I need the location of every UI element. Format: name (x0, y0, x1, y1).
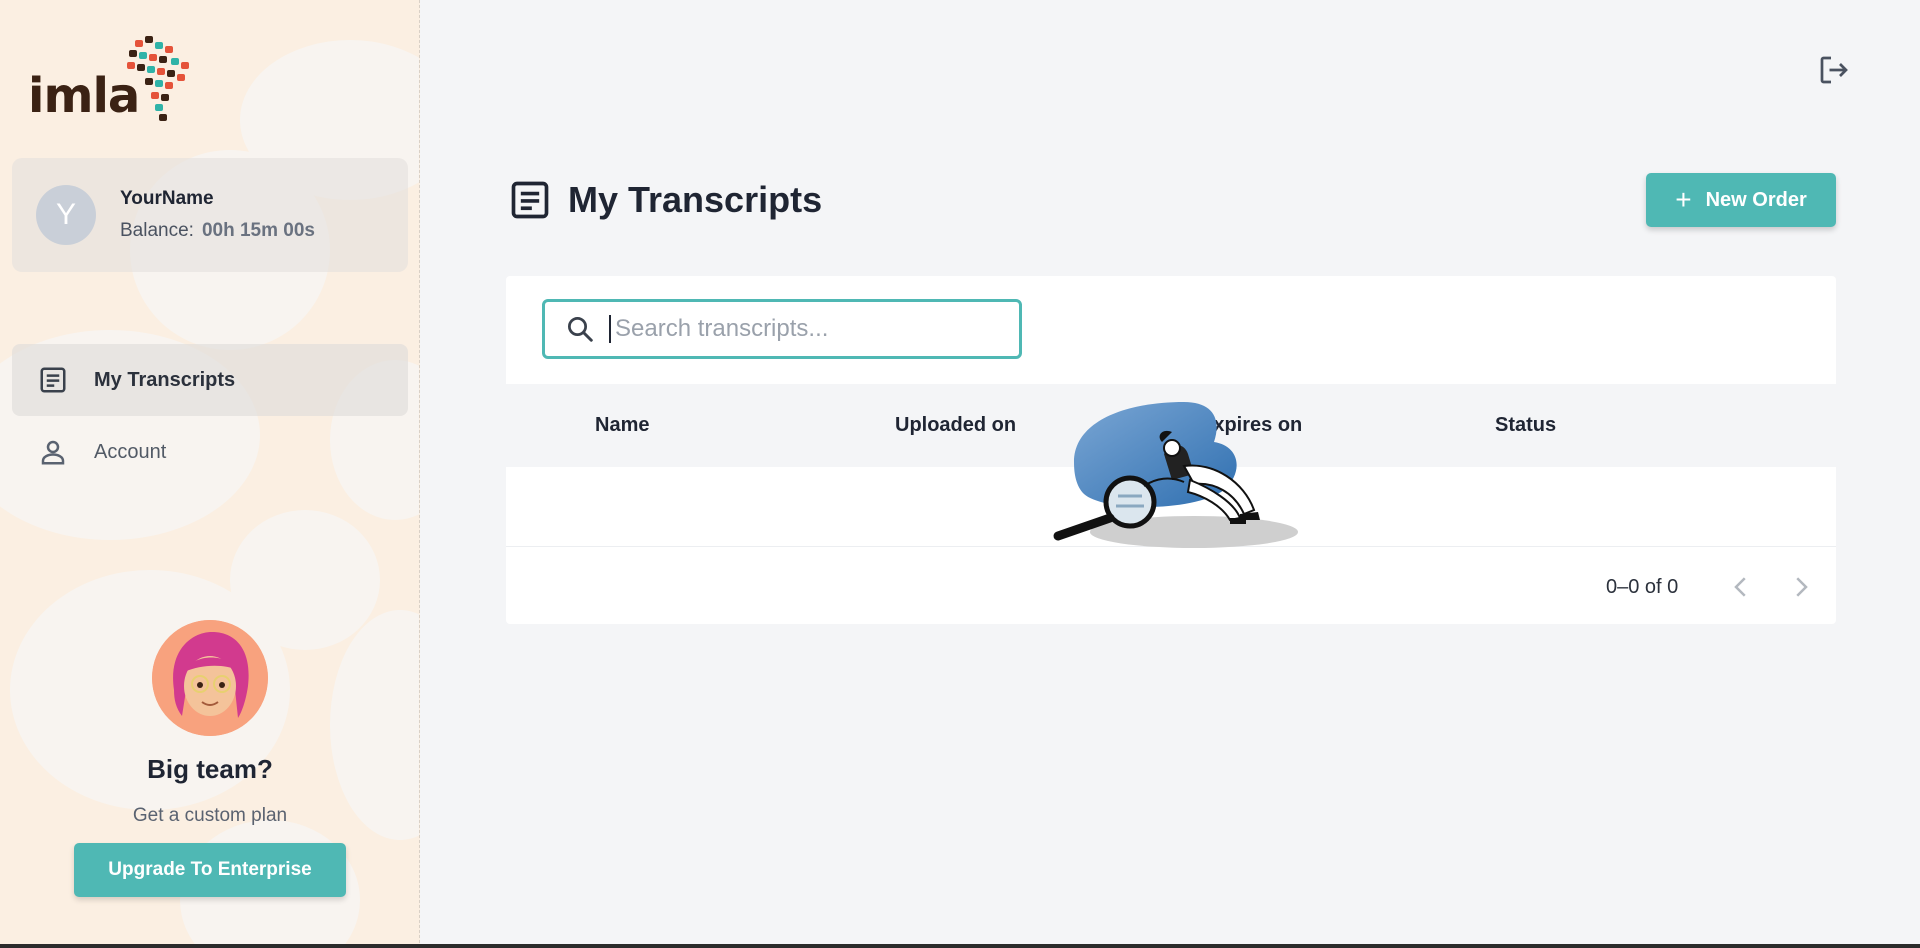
balance: Balance: 00h 15m 00s (120, 220, 315, 242)
sidebar-item-my-transcripts[interactable]: My Transcripts (12, 344, 408, 416)
character-face-icon (152, 620, 268, 736)
search-icon (568, 317, 593, 342)
sidebar-item-label: My Transcripts (94, 368, 236, 391)
avatar[interactable]: Y (36, 185, 96, 245)
promo-avatar (152, 620, 268, 736)
balance-label: Balance: (120, 220, 194, 241)
pagination-range: 0–0 of 0 (1606, 576, 1679, 598)
page-header: My Transcripts (508, 178, 822, 222)
window-bottom-edge (0, 944, 1920, 948)
new-order-button[interactable]: + New Order (1646, 173, 1836, 227)
previous-page-button[interactable] (1726, 572, 1756, 602)
new-order-label: New Order (1705, 188, 1807, 211)
balance-value: 00h 15m 00s (201, 220, 315, 241)
search-input[interactable] (609, 315, 989, 343)
document-icon (40, 367, 66, 393)
logo-mark-icon (127, 36, 190, 121)
logout-icon (1820, 56, 1848, 84)
column-header-uploaded[interactable]: Uploaded on (895, 414, 1016, 437)
logout-button[interactable] (1816, 52, 1852, 88)
transcripts-panel: Name Uploaded on Expires on Status 0–0 o… (506, 276, 1836, 624)
upgrade-enterprise-button[interactable]: Upgrade To Enterprise (74, 843, 346, 897)
column-header-name[interactable]: Name (595, 414, 649, 437)
person-icon (41, 440, 65, 465)
promo-subtitle: Get a custom plan (132, 805, 288, 826)
promo-title: Big team? (147, 754, 273, 784)
empty-state-illustration (1053, 402, 1298, 548)
user-card: Y YourName Balance: 00h 15m 00s (12, 158, 408, 272)
page-title: My Transcripts (568, 179, 823, 220)
search-box[interactable] (542, 299, 1022, 359)
next-page-button[interactable] (1786, 572, 1816, 602)
chevron-right-icon (1796, 577, 1808, 597)
column-header-status[interactable]: Status (1495, 414, 1556, 437)
sidebar: imla Y YourName Balance: 00h 15m 00s My … (0, 0, 420, 948)
plus-icon: + (1675, 184, 1692, 215)
enterprise-promo: Big team? Get a custom plan Upgrade To E… (0, 620, 419, 897)
document-icon (511, 181, 549, 219)
user-info: YourName Balance: 00h 15m 00s (120, 188, 315, 242)
sidebar-item-label: Account (94, 440, 167, 463)
chevron-left-icon (1734, 577, 1746, 597)
sidebar-item-account[interactable]: Account (12, 416, 408, 488)
app-logo[interactable]: imla (28, 34, 201, 121)
pagination: 0–0 of 0 (506, 548, 1836, 624)
user-name: YourName (120, 188, 214, 209)
